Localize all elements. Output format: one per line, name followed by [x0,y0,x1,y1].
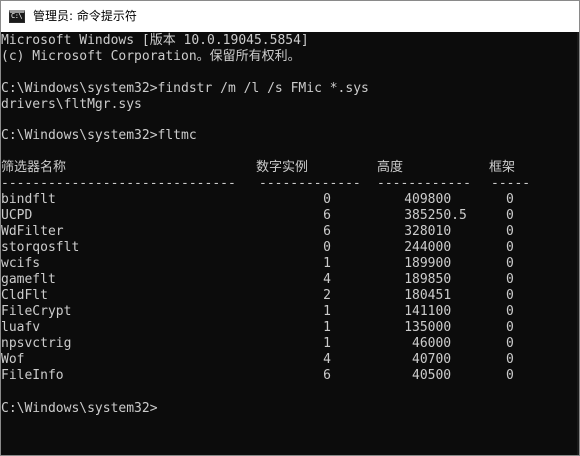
frame-cell: 0 [506,320,514,335]
frame-cell: 0 [506,336,514,351]
instances-cell: 4 [323,352,331,367]
console-icon-glyph: C:\ [11,12,23,20]
altitude-cell: 141100 [404,304,452,319]
command-prompt-window: C:\ 管理员: 命令提示符 Microsoft Windows [版本 10.… [0,0,580,456]
title-bar[interactable]: C:\ 管理员: 命令提示符 [1,1,579,32]
copyright-line: (c) Microsoft Corporation。保留所有权利。 [1,49,301,65]
filter-name-cell: CldFlt [1,288,48,303]
fltmc-command-line: C:\Windows\system32>fltmc [1,128,197,144]
frame-cell: 0 [506,304,514,319]
filter-name-cell: WdFilter [1,224,64,239]
instances-cell: 1 [323,320,331,335]
filter-name-cell: wcifs [1,256,41,271]
filter-name-cell: storqosflt [1,240,80,255]
table-row: bindflt 0 409800 0 [1,192,579,208]
copyright-text: (c) Microsoft Corporation。保留所有权利。 [1,49,301,64]
fltmc-command: C:\Windows\system32>fltmc [1,128,197,143]
header-altitude: 高度 [377,160,404,175]
filter-name-cell: Wof [1,352,25,367]
separator-frame: ----- [491,176,531,191]
separator-filter-name: ------------------------------ [1,176,236,191]
table-row: gameflt 4 189850 0 [1,272,579,288]
version-text: Microsoft Windows [版本 10.0.19045.5854] [1,33,309,48]
command-prompt: C:\Windows\system32> [1,401,158,416]
table-row: npsvctrig 1 46000 0 [1,336,579,352]
findstr-result: drivers\fltMgr.sys [1,97,142,112]
instances-cell: 2 [323,288,331,303]
instances-cell: 0 [323,240,331,255]
altitude-cell: 46000 [412,336,452,351]
instances-cell: 6 [323,208,331,223]
filter-name-cell: npsvctrig [1,336,72,351]
instances-cell: 1 [323,336,331,351]
table-row: FileCrypt 1 141100 0 [1,304,579,320]
frame-cell: 0 [506,224,514,239]
altitude-cell: 409800 [404,192,452,207]
filter-name-cell: UCPD [1,208,33,223]
scrollbar[interactable] [577,32,579,455]
instances-cell: 6 [323,224,331,239]
altitude-cell: 189900 [404,256,452,271]
frame-cell: 0 [506,272,514,287]
altitude-cell: 40700 [412,352,452,367]
instances-cell: 0 [323,192,331,207]
table-row: luafv 1 135000 0 [1,320,579,336]
altitude-cell: 385250.5 [404,208,467,223]
separator-altitude: ------------ [377,176,471,191]
altitude-cell: 180451 [404,288,452,303]
header-filter-name: 筛选器名称 [1,160,67,175]
table-row: CldFlt 2 180451 0 [1,288,579,304]
filter-name-cell: FileCrypt [1,304,72,319]
filter-name-cell: gameflt [1,272,56,287]
frame-cell: 0 [506,288,514,303]
frame-cell: 0 [506,208,514,223]
altitude-cell: 40500 [412,368,452,383]
table-row: wcifs 1 189900 0 [1,256,579,272]
window-title: 管理员: 命令提示符 [33,9,137,23]
console-output[interactable]: Microsoft Windows [版本 10.0.19045.5854] (… [1,32,579,455]
table-row: WdFilter 6 328010 0 [1,224,579,240]
table-row: UCPD 6 385250.5 0 [1,208,579,224]
frame-cell: 0 [506,352,514,367]
console-icon: C:\ [9,10,25,23]
instances-cell: 1 [323,304,331,319]
altitude-cell: 328010 [404,224,452,239]
altitude-cell: 244000 [404,240,452,255]
filter-name-cell: luafv [1,320,41,335]
altitude-cell: 135000 [404,320,452,335]
frame-cell: 0 [506,256,514,271]
table-row: FileInfo 6 40500 0 [1,368,579,384]
instances-cell: 1 [323,256,331,271]
frame-cell: 0 [506,368,514,383]
table-separator-row: ------------------------------ ---------… [1,176,530,192]
header-num-instances: 数字实例 [256,160,309,175]
findstr-result-line: drivers\fltMgr.sys [1,97,142,113]
prompt-line: C:\Windows\system32> [1,401,158,417]
altitude-cell: 189850 [404,272,452,287]
separator-num-instances: ------------- [259,176,361,191]
header-frame: 框架 [489,160,516,175]
findstr-command: C:\Windows\system32>findstr /m /l /s FMi… [1,81,369,96]
filter-name-cell: FileInfo [1,368,64,383]
instances-cell: 4 [323,272,331,287]
instances-cell: 6 [323,368,331,383]
filter-name-cell: bindflt [1,192,56,207]
table-row: Wof 4 40700 0 [1,352,579,368]
version-line: Microsoft Windows [版本 10.0.19045.5854] [1,33,309,49]
frame-cell: 0 [506,240,514,255]
frame-cell: 0 [506,192,514,207]
findstr-command-line: C:\Windows\system32>findstr /m /l /s FMi… [1,81,369,97]
table-row: storqosflt 0 244000 0 [1,240,579,256]
table-header-row: 筛选器名称 数字实例 高度 框架 [1,160,515,176]
